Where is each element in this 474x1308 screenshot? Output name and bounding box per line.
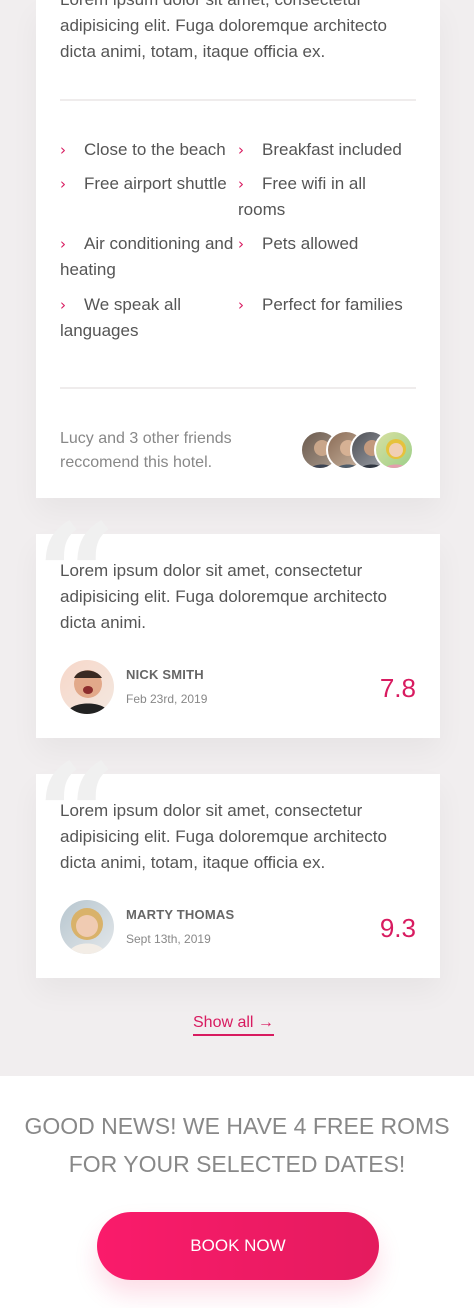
amenity-item: › Free airport shuttle [60,171,238,197]
amenity-label: Breakfast included [262,140,402,159]
availability-message: GOOD NEWS! WE HAVE 4 FREE ROMS FOR YOUR … [24,1113,450,1177]
review-text: Lorem ipsum dolor sit amet, consectetur … [60,801,387,872]
reviewer-name: MARTY THOMAS [126,907,235,922]
review-text: Lorem ipsum dolor sit amet, consectetur … [60,561,387,632]
review-card: “ Lorem ipsum dolor sit amet, consectetu… [36,506,440,738]
amenity-item: › Perfect for families [238,292,416,318]
amenity-item: › Pets allowed [238,231,416,257]
chevron-right-icon: › [60,141,66,159]
avatar[interactable] [60,660,114,714]
friend-avatars [300,430,420,472]
review-date: Feb 23rd, 2019 [126,692,208,706]
divider [60,387,416,389]
review-card: “ Lorem ipsum dolor sit amet, consectetu… [36,746,440,978]
chevron-right-icon: › [60,175,66,193]
hotel-description: Lorem ipsum dolor sit amet, consectetur … [60,0,387,61]
amenity-label: Air conditioning and heating [60,234,234,279]
chevron-right-icon: › [238,296,244,314]
show-all-link[interactable]: Show all → [193,1013,274,1036]
reviewer-name: NICK SMITH [126,667,204,682]
hotel-details-card: Lorem ipsum dolor sit amet, consectetur … [36,0,440,498]
friends-recommendation: Lucy and 3 other friends reccomend this … [60,430,232,471]
amenity-item: › Air conditioning and heating [60,231,238,283]
chevron-right-icon: › [238,175,244,193]
amenity-item: › Breakfast included [238,137,416,163]
amenity-label: Close to the beach [84,140,226,159]
amenity-label: Free airport shuttle [84,174,227,193]
amenity-item: › Free wifi in all rooms [238,171,416,223]
divider [60,99,416,101]
book-now-button[interactable]: BOOK NOW [97,1212,379,1280]
amenity-label: Pets allowed [262,234,359,253]
avatar[interactable] [374,430,414,470]
amenity-label: Perfect for families [262,295,403,314]
amenity-item: › Close to the beach [60,137,238,163]
chevron-right-icon: › [238,235,244,253]
avatar[interactable] [60,900,114,954]
amenity-item: › We speak all languages [60,292,238,344]
chevron-right-icon: › [60,296,66,314]
chevron-right-icon: › [238,141,244,159]
chevron-right-icon: › [60,235,66,253]
review-score: 9.3 [379,913,416,943]
review-score: 7.8 [379,673,416,703]
review-date: Sept 13th, 2019 [126,932,211,946]
